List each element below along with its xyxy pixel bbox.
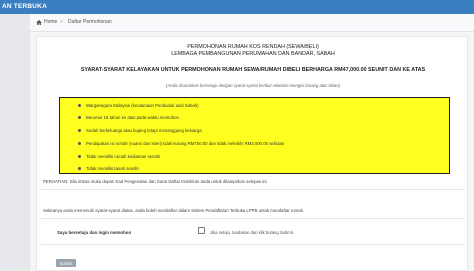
- advisory-note: (Anda disarankan bersetuju dengan syarat…: [166, 83, 340, 88]
- requirement-item: Sudah berkeluarga atau bujang tetapi men…: [86, 128, 202, 133]
- divider: [41, 244, 465, 245]
- divider: [41, 218, 465, 219]
- requirement-item: Pendapatan isi rumah (suami dan isteri) …: [86, 141, 285, 146]
- breadcrumb: Home > Daftar Permohonan: [30, 14, 474, 32]
- breadcrumb-separator: >: [60, 19, 63, 25]
- requirement-item: Warganegara Malaysia (keutamaan Penduduk…: [86, 103, 199, 108]
- bullet-icon: [78, 167, 81, 170]
- agree-label: Saya bersetuju dan ingin memohon: [57, 230, 132, 235]
- requirement-item: Tidak memiliki tanah sendiri: [86, 166, 139, 171]
- bullet-icon: [78, 116, 81, 119]
- sidebar: [0, 14, 30, 271]
- form-title-line2: LEMBAGA PEMBANGUNAN PERUMAHAN DAN BANDAR…: [171, 51, 335, 57]
- bullet-icon: [78, 104, 81, 107]
- bullet-icon: [78, 155, 81, 158]
- bullet-icon: [78, 129, 81, 132]
- bullet-icon: [78, 142, 81, 145]
- submit-button[interactable]: Submit: [56, 259, 76, 267]
- requirement-item: Tidak memiliki rumah kediaman sendiri: [86, 154, 161, 159]
- agree-checkbox[interactable]: [198, 227, 205, 234]
- app-brand[interactable]: AN TERBUKA: [2, 3, 47, 10]
- breadcrumb-current: Daftar Permohonan: [68, 19, 112, 25]
- form-title-line1: PERMOHONAN RUMAH KOS RENDAH (SEWA/BELI): [187, 44, 319, 50]
- top-navbar: AN TERBUKA: [0, 0, 474, 14]
- divider: [41, 189, 465, 190]
- eligibility-heading: SYARAT-SYARAT KELAYAKAN UNTUK PERMOHONAN…: [80, 67, 426, 73]
- application-form-card: PERMOHONAN RUMAH KOS RENDAH (SEWA/BELI) …: [36, 36, 468, 271]
- requirements-box: Warganegara Malaysia (keutamaan Penduduk…: [59, 97, 450, 174]
- terms-notice: Sekiranya anda memenuhi syarat-syarat di…: [43, 208, 305, 213]
- home-icon: [36, 20, 42, 25]
- warning-text: PERHATIAN: Sila imbas muka depan Kad Pen…: [43, 179, 268, 184]
- requirement-item: Berumur 18 tahun ke atas pada waktu memo…: [86, 115, 179, 120]
- breadcrumb-home-link[interactable]: Home: [44, 19, 57, 25]
- agree-help-text: Jika setuju, tandakan dan klik butang Su…: [210, 230, 295, 235]
